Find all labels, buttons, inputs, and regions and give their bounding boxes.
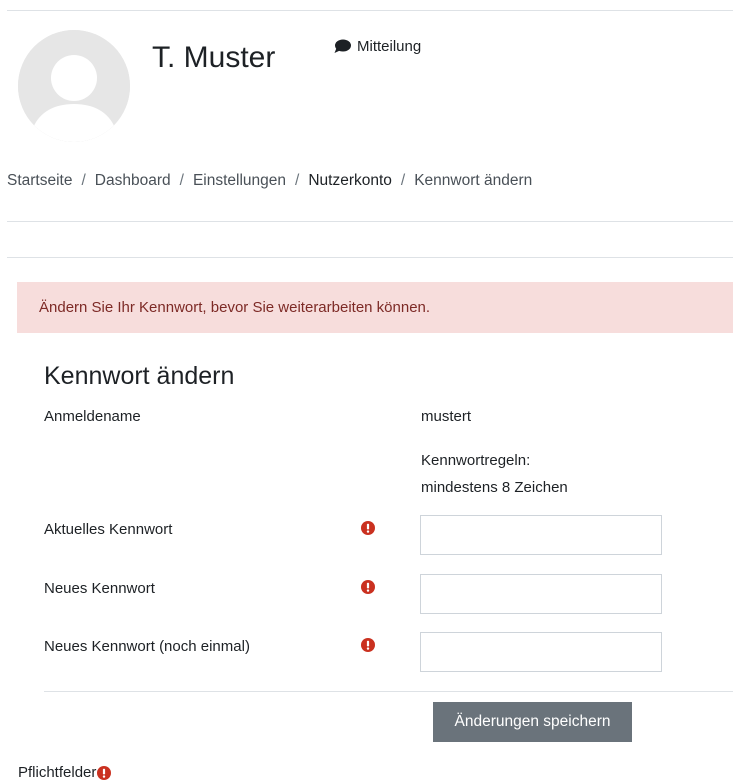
- current-password-input[interactable]: [420, 515, 662, 555]
- breadcrumb-separator: /: [400, 172, 406, 189]
- password-rules-title: Kennwortregeln:: [421, 452, 531, 469]
- message-label: Mitteilung: [357, 38, 422, 55]
- breadcrumb-item-dashboard[interactable]: Dashboard: [95, 172, 171, 190]
- breadcrumb-item-nutzerkonto[interactable]: Nutzerkonto: [308, 172, 392, 190]
- top-divider: [7, 10, 733, 11]
- password-rules-text: mindestens 8 Zeichen: [421, 479, 568, 496]
- speech-bubble-icon: [334, 39, 351, 53]
- new-password-input[interactable]: [420, 574, 662, 614]
- required-fields-note: Pflichtfelder: [18, 764, 112, 781]
- required-exclamation-icon: [97, 765, 112, 780]
- user-avatar-icon: [18, 30, 130, 142]
- avatar[interactable]: [18, 30, 130, 142]
- current-password-label: Aktuelles Kennwort: [44, 521, 173, 538]
- alert-text: Ändern Sie Ihr Kennwort, bevor Sie weite…: [39, 299, 431, 316]
- required-exclamation-icon: [361, 580, 375, 594]
- new-password-label: Neues Kennwort: [44, 580, 155, 597]
- new-password-repeat-input[interactable]: [420, 632, 662, 672]
- form-title: Kennwort ändern: [44, 362, 235, 390]
- user-full-name: T. Muster: [152, 41, 276, 74]
- breadcrumb-separator: /: [295, 172, 300, 189]
- header-divider: [7, 221, 733, 222]
- username-label: Anmeldename: [44, 408, 141, 425]
- content-divider: [7, 257, 733, 258]
- save-changes-button[interactable]: Änderungen speichern: [433, 702, 632, 742]
- required-exclamation-icon: [361, 638, 375, 652]
- password-change-alert: Ändern Sie Ihr Kennwort, bevor Sie weite…: [17, 282, 733, 333]
- username-value: mustert: [421, 408, 472, 425]
- message-button[interactable]: Mitteilung: [334, 38, 421, 55]
- required-exclamation-icon: [361, 521, 375, 535]
- breadcrumb-item-einstellungen[interactable]: Einstellungen: [193, 172, 286, 190]
- new-password-repeat-label: Neues Kennwort (noch einmal): [44, 638, 250, 655]
- form-divider: [44, 691, 733, 692]
- breadcrumb-item-kennwort-aendern: Kennwort ändern: [414, 172, 533, 189]
- breadcrumb-separator: /: [81, 172, 86, 189]
- required-fields-label: Pflichtfelder: [18, 764, 97, 781]
- breadcrumb-item-startseite[interactable]: Startseite: [7, 172, 72, 190]
- breadcrumb: Startseite / Dashboard / Einstellungen /…: [7, 172, 532, 190]
- breadcrumb-separator: /: [179, 172, 184, 189]
